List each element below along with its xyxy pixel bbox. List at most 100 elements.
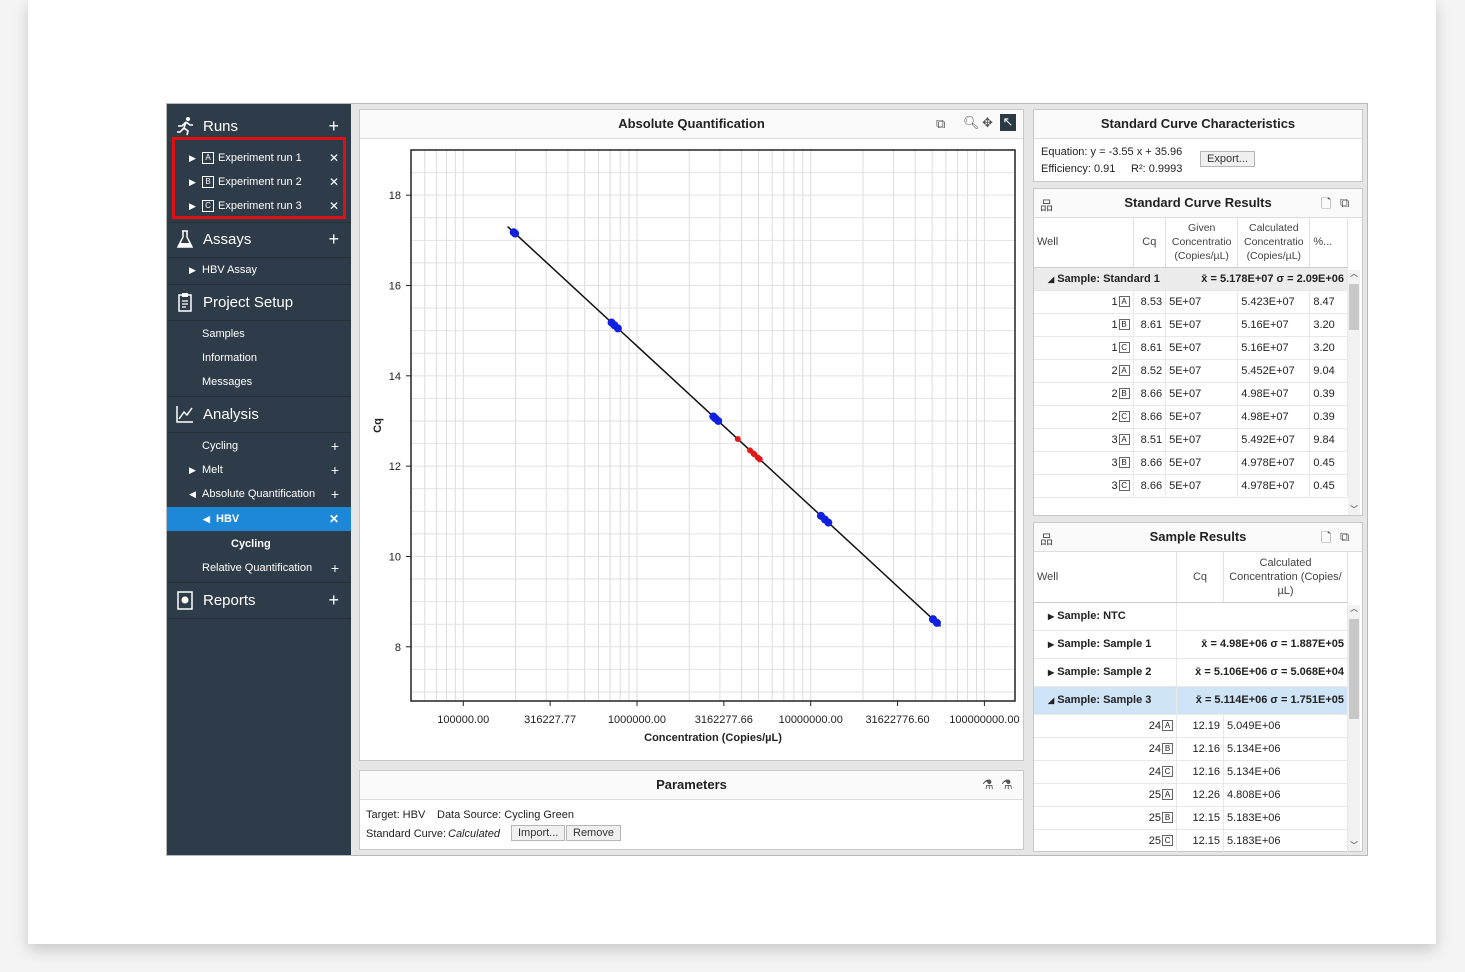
target-text: Target: HBV — [366, 809, 426, 821]
group-row-standard-1[interactable]: ◢ Sample: Standard 1 x̄ = 5.178E+07 σ = … — [1034, 267, 1348, 291]
table-row[interactable]: 25 A 12.26 4.808E+06 — [1034, 783, 1348, 807]
expand-icon[interactable]: ▶ — [189, 153, 196, 164]
calc-conc-cell: 5.16E+07 — [1237, 336, 1311, 360]
collapse-icon[interactable]: ◀ — [203, 514, 210, 525]
table-row[interactable]: 24 A 12.19 5.049E+06 — [1034, 714, 1348, 738]
collapse-icon[interactable]: ◢ — [1048, 275, 1054, 284]
table-row[interactable]: 1 C 8.61 5E+07 5.16E+07 3.20 — [1034, 336, 1348, 360]
reports-section[interactable]: Reports + — [167, 583, 351, 617]
scroll-down-icon[interactable]: ﹀ — [1350, 504, 1358, 515]
scroll-thumb[interactable] — [1349, 284, 1359, 330]
add-assay-button[interactable]: + — [328, 230, 339, 248]
table-row[interactable]: 1 A 8.53 5E+07 5.423E+07 8.47 — [1034, 290, 1348, 314]
copy-icon[interactable]: ⧉ — [936, 116, 945, 132]
sidebar-item-hbv[interactable]: ◀ HBV ✕ — [167, 507, 351, 531]
sidebar-item-relative-quantification[interactable]: Relative Quantification + — [167, 556, 351, 580]
select-pointer-icon[interactable]: ↖ — [1000, 114, 1016, 131]
pan-icon[interactable]: ✥ — [982, 115, 993, 131]
close-icon[interactable]: ✕ — [329, 175, 339, 189]
sidebar-item-messages[interactable]: Messages — [167, 370, 351, 394]
copy-icon[interactable]: ⧉ — [1340, 195, 1349, 211]
col-given-conc[interactable]: Given Concentratio (Copies/µL) — [1165, 218, 1239, 268]
sidebar-item-hbv-assay[interactable]: ▶ HBV Assay — [167, 258, 351, 282]
group-row[interactable]: ▶ Sample: Sample 1 x̄ = 4.98E+06 σ = 1.88… — [1034, 630, 1348, 659]
scroll-up-icon[interactable]: ︿ — [1350, 603, 1358, 614]
table-row[interactable]: 24 B 12.16 5.134E+06 — [1034, 737, 1348, 761]
expand-icon[interactable]: ▶ — [1048, 612, 1054, 621]
table-row[interactable]: 2 C 8.66 5E+07 4.98E+07 0.39 — [1034, 405, 1348, 429]
col-well[interactable]: Well — [1034, 218, 1134, 268]
add-report-button[interactable]: + — [328, 591, 339, 609]
add-icon[interactable]: + — [331, 486, 339, 502]
sidebar-item-cycling[interactable]: Cycling + — [167, 434, 351, 458]
sidebar-item-run-3[interactable]: ▶ C Experiment run 3 ✕ — [167, 194, 351, 218]
scrollbar[interactable]: ︿ ﹀ — [1348, 603, 1360, 851]
sidebar-item-hbv-cycling[interactable]: Cycling — [167, 532, 351, 556]
table-row[interactable]: 2 B 8.66 5E+07 4.98E+07 0.39 — [1034, 382, 1348, 406]
add-icon[interactable]: + — [331, 462, 339, 478]
sidebar-item-melt[interactable]: ▶ Melt + — [167, 458, 351, 482]
table-row[interactable]: 24 C 12.16 5.134E+06 — [1034, 760, 1348, 784]
group-row[interactable]: ▶ Sample: Sample 2 x̄ = 5.106E+06 σ = 5.0… — [1034, 658, 1348, 687]
add-run-button[interactable]: + — [328, 117, 339, 135]
information-label: Information — [202, 352, 258, 364]
group-label: Sample: NTC — [1057, 610, 1126, 622]
sidebar-item-information[interactable]: Information — [167, 346, 351, 370]
col-percent[interactable]: %... — [1309, 218, 1348, 268]
scroll-up-icon[interactable]: ︿ — [1350, 268, 1358, 279]
export-standard-icon[interactable]: ⚗ — [1001, 777, 1013, 793]
project-setup-section[interactable]: Project Setup — [167, 285, 351, 319]
sidebar-item-run-2[interactable]: ▶ B Experiment run 2 ✕ — [167, 170, 351, 194]
group-row[interactable]: ▶ Sample: NTC — [1034, 602, 1348, 631]
percent-cell: 8.47 — [1309, 290, 1348, 314]
cq-cell: 8.66 — [1133, 405, 1167, 429]
well-letter-badge: C — [1118, 480, 1130, 492]
col-calc-conc[interactable]: Calculated Concentratio (Copies/µL) — [1237, 218, 1311, 268]
col-cq[interactable]: Cq — [1133, 218, 1167, 268]
table-row[interactable]: 3 C 8.66 5E+07 4.978E+07 0.45 — [1034, 474, 1348, 498]
expand-icon[interactable]: ▶ — [189, 265, 196, 276]
sidebar-item-run-1[interactable]: ▶ A Experiment run 1 ✕ — [167, 146, 351, 170]
table-row[interactable]: 3 A 8.51 5E+07 5.492E+07 9.84 — [1034, 428, 1348, 452]
table-row[interactable]: 3 B 8.66 5E+07 4.978E+07 0.45 — [1034, 451, 1348, 475]
scroll-thumb[interactable] — [1349, 619, 1359, 719]
expand-icon[interactable]: ▶ — [189, 177, 196, 188]
document-icon[interactable]: 🗋 — [1321, 195, 1331, 217]
collapse-icon[interactable]: ◀ — [189, 489, 196, 500]
scrollbar[interactable]: ︿ ﹀ — [1348, 268, 1360, 515]
expand-icon[interactable]: ▶ — [189, 465, 196, 476]
remove-button[interactable]: Remove — [566, 825, 621, 841]
add-icon[interactable]: + — [331, 438, 339, 454]
close-icon[interactable]: ✕ — [329, 151, 339, 165]
expand-icon[interactable]: ▶ — [1048, 668, 1054, 677]
col-well[interactable]: Well — [1034, 552, 1177, 603]
assays-section[interactable]: Assays + — [167, 222, 351, 256]
group-row[interactable]: ◢ Sample: Sample 3 x̄ = 5.114E+06 σ = 1.7… — [1034, 686, 1348, 715]
expand-icon[interactable]: ▶ — [1048, 640, 1054, 649]
import-standard-icon[interactable]: ⚗ — [982, 777, 994, 793]
group-tree-icon[interactable]: 品 — [1040, 529, 1053, 548]
close-icon[interactable]: ✕ — [329, 512, 339, 526]
collapse-icon[interactable]: ◢ — [1048, 696, 1054, 705]
table-row[interactable]: 25 B 12.15 5.183E+06 — [1034, 806, 1348, 830]
standard-curve-chart[interactable]: 100000.00 316227.77 1000000.00 3162277.66 10… — [360, 139, 1023, 761]
zoom-icon[interactable]: 🔍︎ — [963, 115, 980, 131]
analysis-section[interactable]: Analysis — [167, 397, 351, 431]
table-row[interactable]: 1 B 8.61 5E+07 5.16E+07 3.20 — [1034, 313, 1348, 337]
col-cq[interactable]: Cq — [1176, 552, 1224, 603]
add-icon[interactable]: + — [331, 560, 339, 576]
document-icon[interactable]: 🗋 — [1321, 529, 1331, 551]
export-button[interactable]: Export... — [1200, 151, 1255, 167]
table-row[interactable]: 25 C 12.15 5.183E+06 — [1034, 829, 1348, 852]
table-row[interactable]: 2 A 8.52 5E+07 5.452E+07 9.04 — [1034, 359, 1348, 383]
sidebar-item-samples[interactable]: Samples — [167, 322, 351, 346]
import-button[interactable]: Import... — [511, 825, 566, 841]
hbv-cycling-label: Cycling — [231, 538, 271, 550]
group-tree-icon[interactable]: 品 — [1040, 195, 1053, 214]
close-icon[interactable]: ✕ — [329, 199, 339, 213]
expand-icon[interactable]: ▶ — [189, 201, 196, 212]
sidebar-item-absolute-quantification[interactable]: ◀ Absolute Quantification + — [167, 482, 351, 506]
col-calc-conc[interactable]: Calculated Concentration (Copies/µL) — [1223, 552, 1348, 603]
scroll-down-icon[interactable]: ﹀ — [1350, 840, 1358, 851]
copy-icon[interactable]: ⧉ — [1340, 529, 1349, 545]
